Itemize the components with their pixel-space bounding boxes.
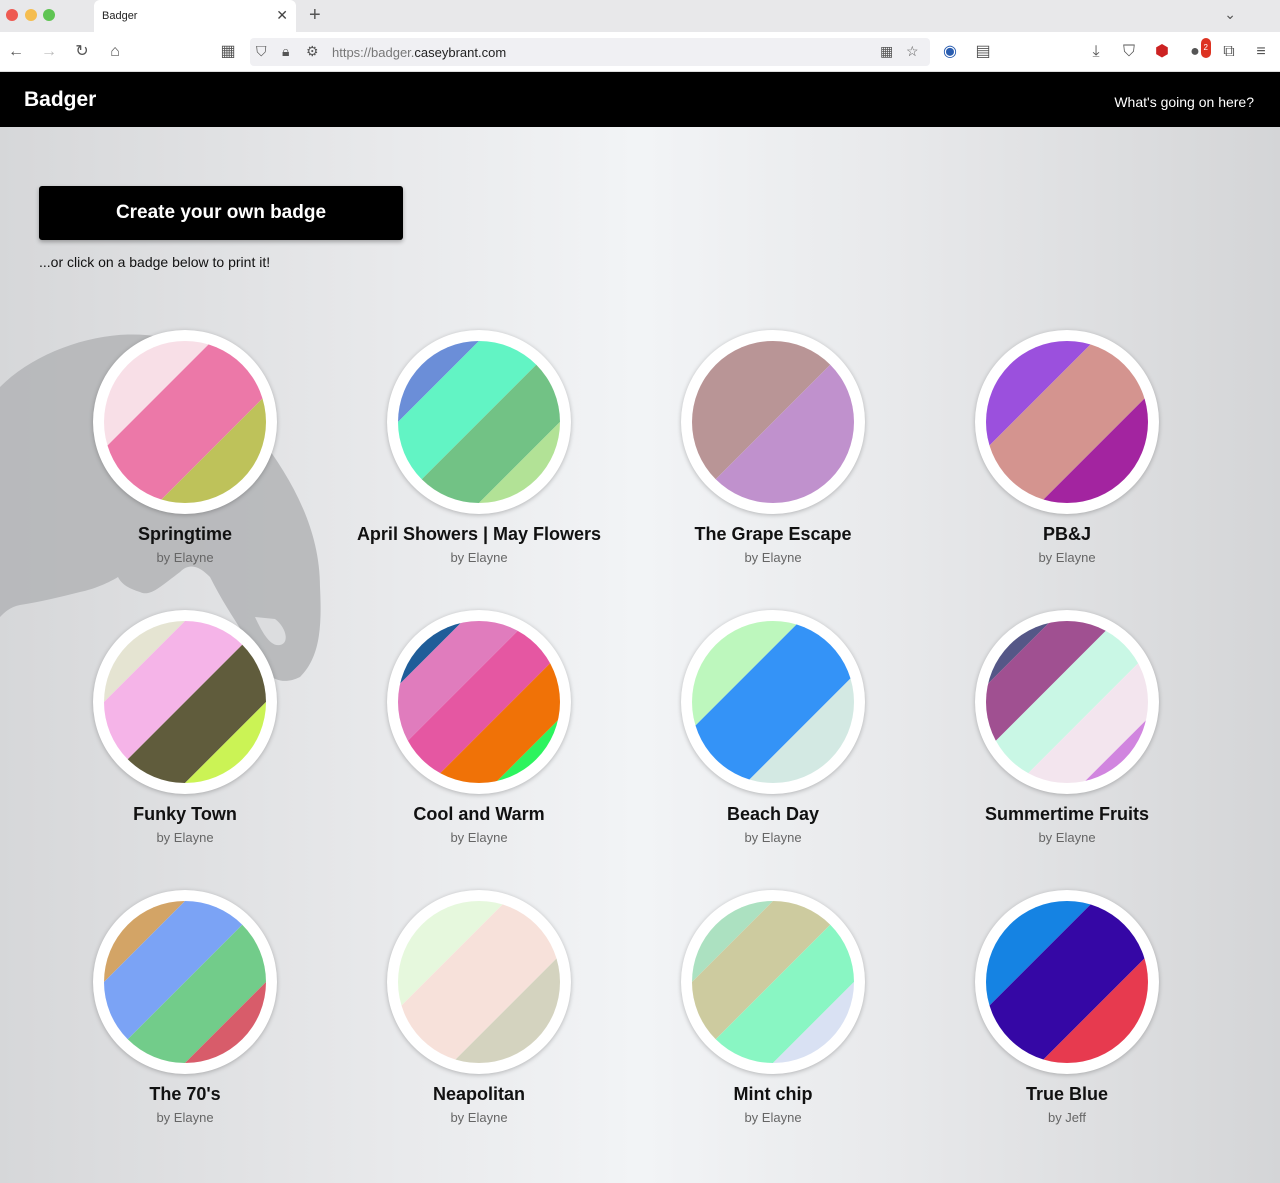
lock-icon[interactable]: 🔒︎	[282, 43, 289, 60]
badge-stripes-graphic	[692, 621, 854, 783]
badge-stripes-graphic	[104, 901, 266, 1063]
badge-card[interactable]: Springtime by Elayne	[38, 330, 332, 580]
badge-author: by Elayne	[1038, 830, 1096, 845]
badge-card[interactable]: PB&J by Elayne	[920, 330, 1214, 580]
badge-title[interactable]: Springtime	[38, 524, 332, 545]
ublock-icon[interactable]: ⛉	[1119, 42, 1139, 62]
forward-arrow-icon[interactable]: →	[39, 42, 59, 62]
badge-author: by Elayne	[450, 830, 508, 845]
badge-stripes-graphic	[692, 341, 854, 503]
badge-author: by Jeff	[1047, 1110, 1087, 1125]
badge-card[interactable]: Neapolitan by Elayne	[332, 890, 626, 1140]
home-icon[interactable]: ⌂	[105, 42, 125, 62]
badge-stripes-graphic	[986, 901, 1148, 1063]
badge-stripes-graphic	[104, 341, 266, 503]
create-badge-button[interactable]: Create your own badge	[39, 186, 403, 240]
url-prefix: https://badger.	[332, 45, 415, 60]
badge-card[interactable]: The Grape Escape by Elayne	[626, 330, 920, 580]
badge-title[interactable]: Beach Day	[626, 804, 920, 825]
badge-title[interactable]: The 70's	[38, 1084, 332, 1105]
badge-author: by Elayne	[450, 550, 508, 565]
browser-tab-bar: Badger ✕ + ⌄	[0, 0, 1280, 32]
reload-icon[interactable]: ↻	[72, 42, 92, 62]
badge-author: by Elayne	[1038, 550, 1096, 565]
extensions-puzzle-icon[interactable]: ⧉	[1219, 42, 1239, 62]
notifications-icon[interactable]: ● 2	[1185, 38, 1211, 62]
notification-count: 2	[1200, 38, 1211, 58]
extension-red-icon[interactable]: ⬢	[1152, 42, 1172, 62]
badge-author: by Elayne	[450, 1110, 508, 1125]
badge-stripes-graphic	[398, 341, 560, 503]
badge-stripes-graphic	[692, 901, 854, 1063]
site-logo[interactable]: Badger	[24, 88, 96, 112]
badge-card[interactable]: Mint chip by Elayne	[626, 890, 920, 1140]
badge-card[interactable]: Summertime Fruits by Elayne	[920, 610, 1214, 860]
back-arrow-icon[interactable]: ←	[6, 42, 26, 62]
badge-stripes-graphic	[104, 621, 266, 783]
tab-title: Badger	[102, 10, 138, 22]
bookmark-star-icon[interactable]: ☆	[906, 43, 919, 60]
password-manager-icon[interactable]: ◉	[940, 42, 960, 62]
close-window-button[interactable]	[6, 9, 18, 21]
badge-title[interactable]: Funky Town	[38, 804, 332, 825]
site-header: Badger What's going on here?	[0, 72, 1280, 127]
badge-author: by Elayne	[156, 550, 214, 565]
badge-image[interactable]	[681, 330, 865, 514]
badge-image[interactable]	[387, 610, 571, 794]
browser-nav-bar: ← → ↻ ⌂ ▦ ⛉ 🔒︎ ⚙ https://badger.caseybra…	[0, 32, 1280, 72]
badge-title[interactable]: True Blue	[920, 1084, 1214, 1105]
badge-title[interactable]: Summertime Fruits	[920, 804, 1214, 825]
badge-card[interactable]: Cool and Warm by Elayne	[332, 610, 626, 860]
badge-image[interactable]	[93, 330, 277, 514]
page-content: Create your own badge ...or click on a b…	[0, 127, 1280, 1183]
badge-title[interactable]: April Showers | May Flowers	[332, 524, 626, 545]
badge-image[interactable]	[387, 890, 571, 1074]
badge-card[interactable]: April Showers | May Flowers by Elayne	[332, 330, 626, 580]
maximize-window-button[interactable]	[43, 9, 55, 21]
badge-author: by Elayne	[156, 830, 214, 845]
shield-icon[interactable]: ⛉	[256, 43, 267, 60]
badge-author: by Elayne	[744, 830, 802, 845]
badge-image[interactable]	[975, 890, 1159, 1074]
tab-list-chevron-icon[interactable]: ⌄	[1224, 6, 1236, 23]
badge-card[interactable]: Beach Day by Elayne	[626, 610, 920, 860]
url-text[interactable]: https://badger.caseybrant.com	[332, 45, 506, 60]
badge-title[interactable]: PB&J	[920, 524, 1214, 545]
hint-text: ...or click on a badge below to print it…	[39, 254, 271, 270]
qr-code-icon[interactable]: ▦	[880, 43, 893, 60]
badge-image[interactable]	[975, 610, 1159, 794]
badge-image[interactable]	[681, 610, 865, 794]
badge-card[interactable]: True Blue by Jeff	[920, 890, 1214, 1140]
help-link[interactable]: What's going on here?	[1114, 94, 1254, 110]
permissions-icon[interactable]: ⚙	[306, 43, 319, 60]
badge-stripes-graphic	[986, 621, 1148, 783]
badge-stripes-graphic	[398, 901, 560, 1063]
browser-tab[interactable]: Badger ✕	[94, 0, 296, 32]
minimize-window-button[interactable]	[25, 9, 37, 21]
badge-title[interactable]: Mint chip	[626, 1084, 920, 1105]
badge-stripes-graphic	[986, 341, 1148, 503]
badge-title[interactable]: Cool and Warm	[332, 804, 626, 825]
badge-card[interactable]: Funky Town by Elayne	[38, 610, 332, 860]
badge-author: by Elayne	[744, 550, 802, 565]
badge-author: by Elayne	[744, 1110, 802, 1125]
menu-hamburger-icon[interactable]: ≡	[1251, 42, 1271, 62]
badge-image[interactable]	[93, 610, 277, 794]
address-bar[interactable]: ⛉ 🔒︎ ⚙ https://badger.caseybrant.com ▦ ☆	[250, 38, 930, 66]
badge-image[interactable]	[387, 330, 571, 514]
apps-grid-icon[interactable]: ▦	[218, 42, 238, 62]
url-domain: caseybrant.com	[414, 45, 507, 60]
badge-image[interactable]	[93, 890, 277, 1074]
reader-view-icon[interactable]: ▤	[973, 42, 993, 62]
download-icon[interactable]: ⤓	[1086, 42, 1106, 62]
badge-title[interactable]: Neapolitan	[332, 1084, 626, 1105]
badge-title[interactable]: The Grape Escape	[626, 524, 920, 545]
badge-author: by Elayne	[156, 1110, 214, 1125]
badge-image[interactable]	[681, 890, 865, 1074]
close-tab-icon[interactable]: ✕	[276, 7, 288, 24]
new-tab-icon[interactable]: +	[309, 4, 321, 27]
badge-image[interactable]	[975, 330, 1159, 514]
badge-stripes-graphic	[398, 621, 560, 783]
badge-card[interactable]: The 70's by Elayne	[38, 890, 332, 1140]
